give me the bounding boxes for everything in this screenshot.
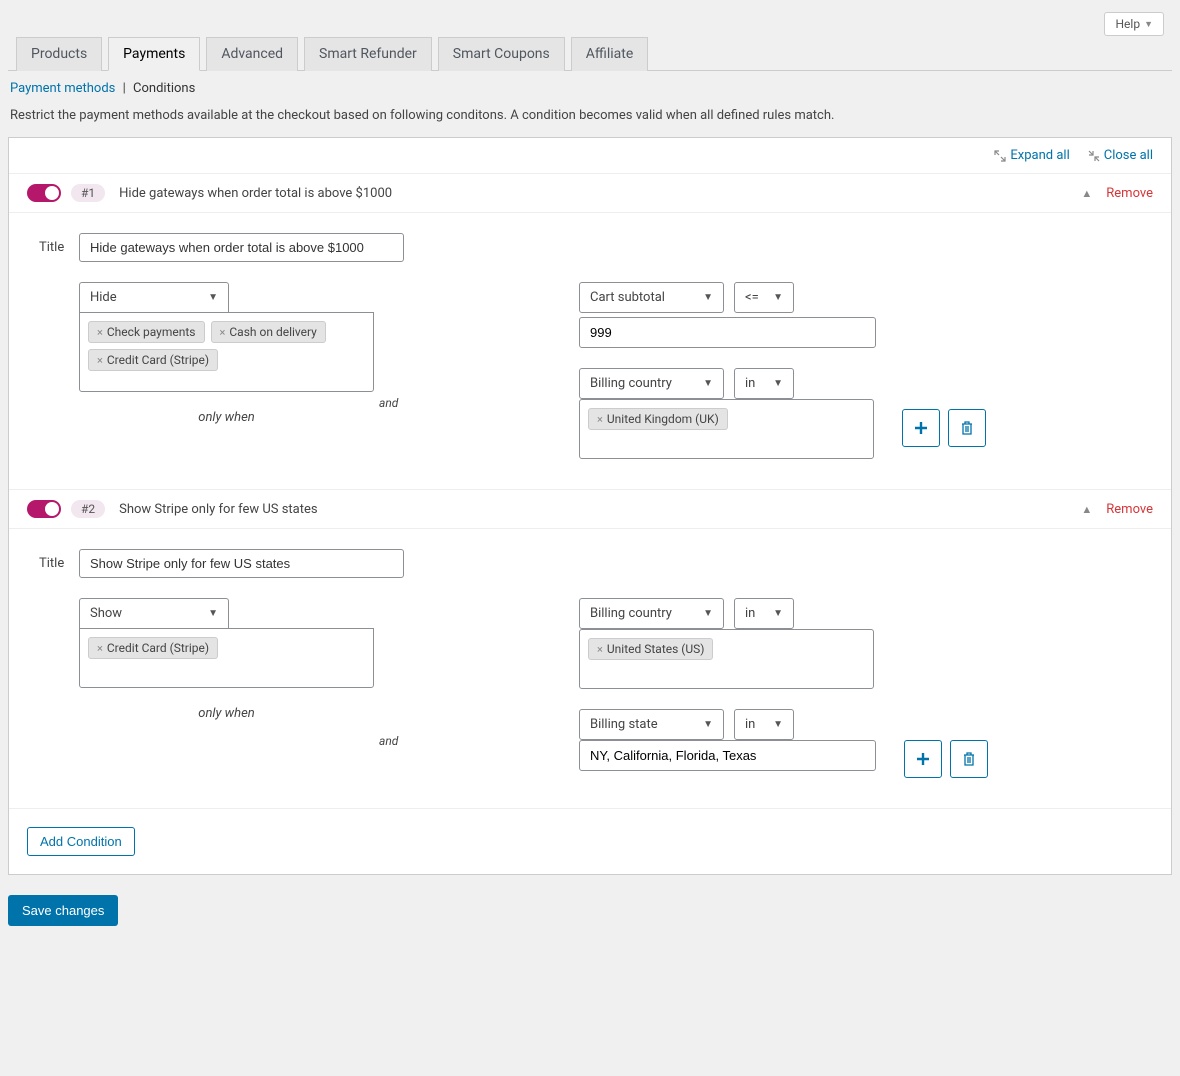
sublink-conditions: Conditions <box>133 81 195 96</box>
close-all-link[interactable]: Close all <box>1088 148 1153 163</box>
rule-field-select[interactable]: Billing country ▼ <box>579 598 724 629</box>
delete-rule-button[interactable] <box>948 409 986 447</box>
title-label: Title <box>39 240 79 255</box>
expand-icon <box>994 150 1006 162</box>
chevron-down-icon: ▼ <box>703 719 713 730</box>
remove-chip-icon[interactable]: × <box>97 642 103 655</box>
chevron-down-icon: ▼ <box>773 719 783 730</box>
conditions-panel: Expand all Close all #1 Hide gateways wh… <box>8 137 1172 875</box>
title-input[interactable] <box>79 233 404 262</box>
remove-condition-link[interactable]: Remove <box>1106 186 1153 201</box>
delete-rule-button[interactable] <box>950 740 988 778</box>
remove-chip-icon[interactable]: × <box>597 643 603 656</box>
enable-toggle[interactable] <box>27 500 61 518</box>
chevron-down-icon: ▼ <box>703 378 713 389</box>
remove-condition-link[interactable]: Remove <box>1106 502 1153 517</box>
and-connector-label: and <box>379 388 416 418</box>
add-rule-button[interactable] <box>904 740 942 778</box>
add-condition-button[interactable]: Add Condition <box>27 827 135 856</box>
separator: | <box>123 81 126 96</box>
rule-operator-select[interactable]: in ▼ <box>734 368 794 399</box>
tab-products[interactable]: Products <box>16 37 102 71</box>
remove-chip-icon[interactable]: × <box>220 326 226 339</box>
action-select[interactable]: Show ▼ <box>79 598 229 629</box>
expand-all-link[interactable]: Expand all <box>994 148 1069 163</box>
remove-chip-icon[interactable]: × <box>97 326 103 339</box>
help-label: Help <box>1115 17 1140 31</box>
chevron-down-icon: ▼ <box>773 608 783 619</box>
add-rule-button[interactable] <box>902 409 940 447</box>
remove-chip-icon[interactable]: × <box>597 413 603 426</box>
value-chip: ×United States (US) <box>588 638 713 660</box>
collapse-toggle-icon[interactable]: ▲ <box>1081 187 1092 200</box>
tab-affiliate[interactable]: Affiliate <box>571 37 649 71</box>
condition-name: Hide gateways when order total is above … <box>119 186 392 201</box>
gateway-chip: ×Cash on delivery <box>211 321 326 343</box>
gateway-chip: ×Check payments <box>88 321 205 343</box>
trash-icon <box>960 421 974 435</box>
chevron-down-icon: ▼ <box>773 378 783 389</box>
chevron-down-icon: ▼ <box>208 292 218 303</box>
tab-smart-coupons[interactable]: Smart Coupons <box>438 37 565 71</box>
help-button[interactable]: Help ▼ <box>1104 12 1164 36</box>
title-input[interactable] <box>79 549 404 578</box>
rule-field-select[interactable]: Billing state ▼ <box>579 709 724 740</box>
chevron-down-icon: ▼ <box>703 608 713 619</box>
gateway-chip: ×Credit Card (Stripe) <box>88 637 218 659</box>
tab-bar: Products Payments Advanced Smart Refunde… <box>8 36 1172 71</box>
rule-value-input[interactable] <box>579 740 876 771</box>
rule-value-multiselect[interactable]: ×United Kingdom (UK) <box>579 399 874 459</box>
value-chip: ×United Kingdom (UK) <box>588 408 728 430</box>
gateway-chip: ×Credit Card (Stripe) <box>88 349 218 371</box>
plus-icon <box>916 752 930 766</box>
trash-icon <box>962 752 976 766</box>
condition-badge: #1 <box>71 184 105 202</box>
condition-badge: #2 <box>71 500 105 518</box>
and-connector-label: and <box>379 726 416 756</box>
collapse-icon <box>1088 150 1100 162</box>
save-changes-button[interactable]: Save changes <box>8 895 118 926</box>
gateways-multiselect[interactable]: ×Check payments ×Cash on delivery ×Credi… <box>79 312 374 392</box>
chevron-down-icon: ▼ <box>773 292 783 303</box>
plus-icon <box>914 421 928 435</box>
gateways-multiselect[interactable]: ×Credit Card (Stripe) <box>79 628 374 688</box>
tab-advanced[interactable]: Advanced <box>206 37 298 71</box>
rule-value-multiselect[interactable]: ×United States (US) <box>579 629 874 689</box>
condition-block: #1 Hide gateways when order total is abo… <box>9 173 1171 489</box>
only-when-label: only when <box>79 410 374 425</box>
action-select[interactable]: Hide ▼ <box>79 282 229 313</box>
rule-field-select[interactable]: Billing country ▼ <box>579 368 724 399</box>
condition-name: Show Stripe only for few US states <box>119 502 317 517</box>
rule-operator-select[interactable]: in ▼ <box>734 709 794 740</box>
remove-chip-icon[interactable]: × <box>97 354 103 367</box>
tab-payments[interactable]: Payments <box>108 37 200 71</box>
rule-value-input[interactable] <box>579 317 876 348</box>
chevron-down-icon: ▼ <box>208 608 218 619</box>
condition-block: #2 Show Stripe only for few US states ▲ … <box>9 489 1171 808</box>
sublinks: Payment methods | Conditions <box>8 71 1172 102</box>
rule-field-select[interactable]: Cart subtotal ▼ <box>579 282 724 313</box>
only-when-label: only when <box>79 706 374 721</box>
sublink-payment-methods[interactable]: Payment methods <box>10 81 115 96</box>
tab-smart-refunder[interactable]: Smart Refunder <box>304 37 432 71</box>
page-description: Restrict the payment methods available a… <box>8 102 1172 137</box>
rule-operator-select[interactable]: in ▼ <box>734 598 794 629</box>
chevron-down-icon: ▼ <box>1144 19 1153 30</box>
enable-toggle[interactable] <box>27 184 61 202</box>
rule-operator-select[interactable]: <= ▼ <box>734 282 794 313</box>
title-label: Title <box>39 556 79 571</box>
chevron-down-icon: ▼ <box>703 292 713 303</box>
collapse-toggle-icon[interactable]: ▲ <box>1081 503 1092 516</box>
